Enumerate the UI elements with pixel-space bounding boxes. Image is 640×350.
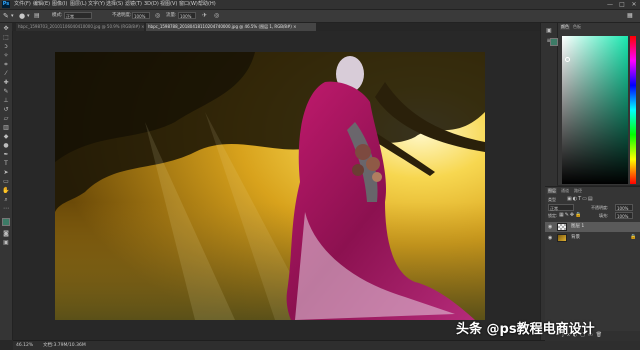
canvas-image: [55, 52, 485, 320]
menu-layer[interactable]: 图层(L): [70, 1, 87, 8]
screen-mode-icon[interactable]: ▣: [2, 239, 10, 247]
dodge-tool-icon[interactable]: ●: [2, 142, 10, 150]
menu-select[interactable]: 选择(S): [106, 1, 123, 8]
crop-tool-icon[interactable]: ⌗: [2, 61, 10, 69]
eraser-tool-icon[interactable]: ▱: [2, 115, 10, 123]
tab-color[interactable]: 颜色: [560, 24, 570, 30]
panel-foreground-swatch[interactable]: [550, 38, 558, 46]
lock-icon: 🔒: [630, 234, 637, 240]
path-select-tool-icon[interactable]: ➤: [2, 169, 10, 177]
layer-name[interactable]: 图层 1: [571, 223, 584, 231]
filter-icons[interactable]: ▣◐T▭▤: [567, 196, 594, 202]
opacity-label: 不透明度:: [112, 13, 132, 18]
airbrush-icon[interactable]: ✈: [202, 12, 207, 20]
tab-swatches[interactable]: 色板: [572, 24, 582, 30]
menu-filter[interactable]: 滤镜(T): [125, 1, 142, 8]
color-panel: 颜色 色板: [550, 23, 640, 185]
menu-3d[interactable]: 3D(D): [144, 1, 159, 8]
brush-size-chevron-icon[interactable]: ▾: [27, 12, 30, 20]
lock-label: 锁定:: [548, 213, 558, 218]
lock-icons[interactable]: ▦✎✥🔒: [559, 212, 582, 218]
menu-bar: Ps 文件(F) 编辑(E) 图像(I) 图层(L) 文字(Y) 选择(S) 滤…: [0, 0, 640, 10]
blur-tool-icon[interactable]: ◆: [2, 133, 10, 141]
menu-image[interactable]: 图像(I): [52, 1, 67, 8]
shape-tool-icon[interactable]: ▭: [2, 178, 10, 186]
fill-label: 填充:: [599, 213, 609, 218]
menu-help[interactable]: 帮助(H): [198, 1, 216, 8]
mode-select[interactable]: 正常: [64, 12, 92, 19]
tab-layers[interactable]: 图层: [547, 188, 557, 194]
quick-select-tool-icon[interactable]: ✧: [2, 52, 10, 60]
mode-label: 模式:: [52, 13, 63, 18]
eyedropper-tool-icon[interactable]: ⁄: [2, 70, 10, 78]
brush-panel-icon[interactable]: ▤: [34, 12, 40, 20]
options-bar: ✎ ▾ ● ▾ ▤ 模式: 正常 不透明度: 100% ◎ 流量: 100% ✈…: [0, 10, 640, 23]
layer-row[interactable]: ◉ 图层 1: [545, 222, 640, 232]
workspace-icon[interactable]: ▦: [627, 12, 633, 20]
menu-type[interactable]: 文字(Y): [88, 1, 105, 8]
move-tool-icon[interactable]: ✥: [2, 25, 10, 33]
layer-opacity-input[interactable]: 100%: [615, 204, 633, 211]
visibility-eye-icon[interactable]: ◉: [548, 224, 552, 230]
layer-opacity-label: 不透明度:: [591, 205, 609, 210]
layer-name[interactable]: 背景: [571, 234, 580, 242]
hand-tool-icon[interactable]: ✋: [2, 187, 10, 195]
watermark: 头条 @ps教程电商设计: [456, 322, 595, 337]
close-button[interactable]: ✕: [628, 0, 640, 9]
hue-slider[interactable]: [630, 36, 636, 184]
maximize-button[interactable]: □: [616, 0, 628, 9]
zoom-level[interactable]: 46.12%: [16, 342, 33, 349]
menu-file[interactable]: 文件(F): [14, 1, 31, 8]
document-tabs: hbpc_1598703_20101106040410000.jpg @ 50.…: [12, 23, 540, 31]
menu-edit[interactable]: 编辑(E): [33, 1, 50, 8]
brush-tool-icon[interactable]: ✎: [2, 88, 10, 96]
flow-label: 流量:: [166, 13, 177, 18]
visibility-eye-icon[interactable]: ◉: [548, 235, 552, 241]
tool-preset-chevron-icon[interactable]: ▾: [11, 12, 14, 20]
filter-kind-label[interactable]: 类型: [548, 197, 556, 203]
lasso-tool-icon[interactable]: ↄ: [2, 43, 10, 51]
color-field[interactable]: [562, 36, 628, 184]
color-picker-marker[interactable]: [565, 57, 570, 62]
menu-window[interactable]: 窗口(W): [179, 1, 198, 8]
flow-input[interactable]: 100%: [178, 12, 196, 19]
type-tool-icon[interactable]: T: [2, 160, 10, 168]
document-info[interactable]: 文档:3.79M/10.36M: [43, 342, 86, 349]
pressure-opacity-icon[interactable]: ◎: [155, 12, 160, 20]
foreground-color-swatch[interactable]: [2, 218, 10, 226]
healing-brush-tool-icon[interactable]: ✚: [2, 79, 10, 87]
menu-view[interactable]: 视图(V): [160, 1, 177, 8]
tab-document-2[interactable]: hbpc_1598788_20180418110204740000.jpg @ …: [146, 23, 316, 31]
photoshop-logo: Ps: [2, 1, 10, 8]
quick-mask-icon[interactable]: ◙: [2, 230, 10, 238]
layer-thumbnail: [557, 223, 567, 231]
gradient-tool-icon[interactable]: ▥: [2, 124, 10, 132]
tab-paths[interactable]: 路径: [573, 188, 583, 194]
minimize-button[interactable]: —: [604, 0, 616, 9]
pen-tool-icon[interactable]: ✒: [2, 151, 10, 159]
history-panel-icon[interactable]: ▣: [545, 27, 553, 35]
marquee-tool-icon[interactable]: ⬚: [2, 34, 10, 42]
opacity-input[interactable]: 100%: [132, 12, 150, 19]
layer-row[interactable]: ◉ 背景 🔒: [545, 233, 640, 243]
toolbar: ✥ ⬚ ↄ ✧ ⌗ ⁄ ✚ ✎ ⊥ ↺ ▱ ▥ ◆ ● ✒ T ➤ ▭ ✋ ⌕ …: [0, 23, 13, 340]
zoom-tool-icon[interactable]: ⌕: [2, 196, 10, 204]
brush-preset-icon[interactable]: ●: [19, 12, 25, 20]
more-tools-icon[interactable]: ⋯: [2, 205, 10, 213]
document-canvas[interactable]: [55, 52, 485, 320]
history-brush-tool-icon[interactable]: ↺: [2, 106, 10, 114]
pressure-size-icon[interactable]: ◎: [214, 12, 219, 20]
fill-input[interactable]: 100%: [615, 212, 633, 219]
tab-document-1[interactable]: hbpc_1598703_20101106040410000.jpg @ 50.…: [16, 23, 144, 31]
blend-mode-select[interactable]: 正常: [548, 204, 574, 211]
brush-tool-icon[interactable]: ✎: [3, 12, 9, 20]
clone-stamp-tool-icon[interactable]: ⊥: [2, 97, 10, 105]
layer-thumbnail: [557, 234, 567, 242]
tab-channels[interactable]: 通道: [560, 188, 570, 194]
